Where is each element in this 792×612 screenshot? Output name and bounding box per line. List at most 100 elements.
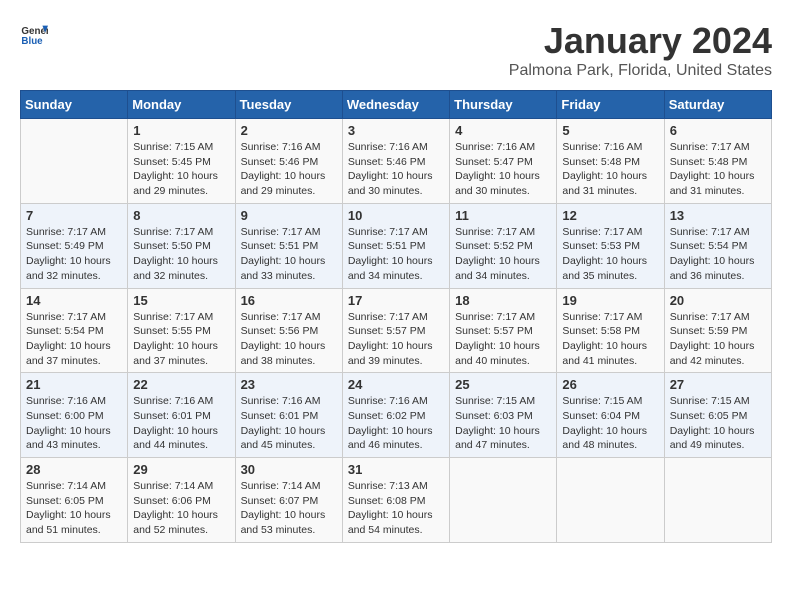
day-number: 25 [455, 377, 551, 392]
day-of-week-header: Friday [557, 91, 664, 119]
day-info: Sunrise: 7:14 AM Sunset: 6:07 PM Dayligh… [241, 479, 337, 538]
calendar-day-cell: 31 Sunrise: 7:13 AM Sunset: 6:08 PM Dayli… [342, 458, 449, 543]
calendar-week-row: 14 Sunrise: 7:17 AM Sunset: 5:54 PM Dayli… [21, 288, 772, 373]
day-info: Sunrise: 7:17 AM Sunset: 5:57 PM Dayligh… [348, 310, 444, 369]
day-number: 5 [562, 123, 658, 138]
day-number: 15 [133, 293, 229, 308]
calendar-day-cell: 5 Sunrise: 7:16 AM Sunset: 5:48 PM Daylig… [557, 119, 664, 204]
calendar-day-cell: 9 Sunrise: 7:17 AM Sunset: 5:51 PM Daylig… [235, 203, 342, 288]
day-number: 23 [241, 377, 337, 392]
day-info: Sunrise: 7:17 AM Sunset: 5:56 PM Dayligh… [241, 310, 337, 369]
calendar-day-cell: 14 Sunrise: 7:17 AM Sunset: 5:54 PM Dayli… [21, 288, 128, 373]
day-number: 8 [133, 208, 229, 223]
location-title: Palmona Park, Florida, United States [509, 62, 772, 80]
calendar-day-cell [21, 119, 128, 204]
calendar-day-cell: 12 Sunrise: 7:17 AM Sunset: 5:53 PM Dayli… [557, 203, 664, 288]
calendar-day-cell: 27Sunrise: 7:15 AM Sunset: 6:05 PM Dayli… [664, 373, 771, 458]
calendar-day-cell: 20 Sunrise: 7:17 AM Sunset: 5:59 PM Dayli… [664, 288, 771, 373]
day-number: 18 [455, 293, 551, 308]
calendar-day-cell: 22Sunrise: 7:16 AM Sunset: 6:01 PM Dayli… [128, 373, 235, 458]
day-number: 29 [133, 462, 229, 477]
day-number: 10 [348, 208, 444, 223]
calendar-day-cell: 15Sunrise: 7:17 AM Sunset: 5:55 PM Dayli… [128, 288, 235, 373]
month-title: January 2024 [509, 20, 772, 62]
day-number: 13 [670, 208, 766, 223]
calendar-day-cell: 3 Sunrise: 7:16 AM Sunset: 5:46 PM Daylig… [342, 119, 449, 204]
day-number: 19 [562, 293, 658, 308]
calendar-day-cell [557, 458, 664, 543]
calendar-table: SundayMondayTuesdayWednesdayThursdayFrid… [20, 90, 772, 543]
page-header: General Blue January 2024 Palmona Park, … [20, 20, 772, 80]
day-info: Sunrise: 7:17 AM Sunset: 5:54 PM Dayligh… [26, 310, 122, 369]
day-info: Sunrise: 7:17 AM Sunset: 5:50 PM Dayligh… [133, 225, 229, 284]
calendar-day-cell: 10 Sunrise: 7:17 AM Sunset: 5:51 PM Dayli… [342, 203, 449, 288]
day-number: 9 [241, 208, 337, 223]
calendar-week-row: 21Sunrise: 7:16 AM Sunset: 6:00 PM Dayli… [21, 373, 772, 458]
day-info: Sunrise: 7:17 AM Sunset: 5:49 PM Dayligh… [26, 225, 122, 284]
day-info: Sunrise: 7:17 AM Sunset: 5:51 PM Dayligh… [348, 225, 444, 284]
day-info: Sunrise: 7:17 AM Sunset: 5:58 PM Dayligh… [562, 310, 658, 369]
day-number: 31 [348, 462, 444, 477]
day-info: Sunrise: 7:17 AM Sunset: 5:57 PM Dayligh… [455, 310, 551, 369]
day-info: Sunrise: 7:16 AM Sunset: 6:01 PM Dayligh… [133, 394, 229, 453]
day-info: Sunrise: 7:17 AM Sunset: 5:53 PM Dayligh… [562, 225, 658, 284]
calendar-day-cell: 1 Sunrise: 7:15 AM Sunset: 5:45 PM Daylig… [128, 119, 235, 204]
calendar-day-cell [664, 458, 771, 543]
day-number: 20 [670, 293, 766, 308]
day-info: Sunrise: 7:15 AM Sunset: 5:45 PM Dayligh… [133, 140, 229, 199]
calendar-day-cell: 24Sunrise: 7:16 AM Sunset: 6:02 PM Dayli… [342, 373, 449, 458]
day-info: Sunrise: 7:16 AM Sunset: 6:02 PM Dayligh… [348, 394, 444, 453]
day-info: Sunrise: 7:14 AM Sunset: 6:05 PM Dayligh… [26, 479, 122, 538]
day-info: Sunrise: 7:17 AM Sunset: 5:48 PM Dayligh… [670, 140, 766, 199]
day-info: Sunrise: 7:15 AM Sunset: 6:03 PM Dayligh… [455, 394, 551, 453]
calendar-day-cell: 8 Sunrise: 7:17 AM Sunset: 5:50 PM Daylig… [128, 203, 235, 288]
day-info: Sunrise: 7:15 AM Sunset: 6:04 PM Dayligh… [562, 394, 658, 453]
day-info: Sunrise: 7:17 AM Sunset: 5:59 PM Dayligh… [670, 310, 766, 369]
day-info: Sunrise: 7:16 AM Sunset: 5:48 PM Dayligh… [562, 140, 658, 199]
calendar-day-cell: 4 Sunrise: 7:16 AM Sunset: 5:47 PM Daylig… [450, 119, 557, 204]
calendar-day-cell: 11Sunrise: 7:17 AM Sunset: 5:52 PM Dayli… [450, 203, 557, 288]
day-info: Sunrise: 7:16 AM Sunset: 5:46 PM Dayligh… [348, 140, 444, 199]
day-number: 14 [26, 293, 122, 308]
day-number: 3 [348, 123, 444, 138]
calendar-week-row: 7Sunrise: 7:17 AM Sunset: 5:49 PM Daylig… [21, 203, 772, 288]
calendar-day-cell: 25 Sunrise: 7:15 AM Sunset: 6:03 PM Dayli… [450, 373, 557, 458]
calendar-week-row: 28 Sunrise: 7:14 AM Sunset: 6:05 PM Dayli… [21, 458, 772, 543]
calendar-body: 1 Sunrise: 7:15 AM Sunset: 5:45 PM Daylig… [21, 119, 772, 543]
day-info: Sunrise: 7:13 AM Sunset: 6:08 PM Dayligh… [348, 479, 444, 538]
calendar-day-cell: 23Sunrise: 7:16 AM Sunset: 6:01 PM Dayli… [235, 373, 342, 458]
day-number: 6 [670, 123, 766, 138]
day-info: Sunrise: 7:17 AM Sunset: 5:51 PM Dayligh… [241, 225, 337, 284]
calendar-day-cell: 6 Sunrise: 7:17 AM Sunset: 5:48 PM Daylig… [664, 119, 771, 204]
day-of-week-header: Saturday [664, 91, 771, 119]
logo: General Blue [20, 20, 48, 48]
calendar-day-cell: 16 Sunrise: 7:17 AM Sunset: 5:56 PM Dayli… [235, 288, 342, 373]
day-number: 2 [241, 123, 337, 138]
day-number: 1 [133, 123, 229, 138]
day-number: 16 [241, 293, 337, 308]
calendar-day-cell: 28 Sunrise: 7:14 AM Sunset: 6:05 PM Dayli… [21, 458, 128, 543]
day-of-week-header: Wednesday [342, 91, 449, 119]
day-of-week-header: Thursday [450, 91, 557, 119]
day-number: 30 [241, 462, 337, 477]
calendar-day-cell: 26 Sunrise: 7:15 AM Sunset: 6:04 PM Dayli… [557, 373, 664, 458]
calendar-week-row: 1 Sunrise: 7:15 AM Sunset: 5:45 PM Daylig… [21, 119, 772, 204]
day-of-week-header: Monday [128, 91, 235, 119]
day-number: 12 [562, 208, 658, 223]
calendar-day-cell: 18 Sunrise: 7:17 AM Sunset: 5:57 PM Dayli… [450, 288, 557, 373]
day-number: 28 [26, 462, 122, 477]
day-of-week-header: Sunday [21, 91, 128, 119]
day-number: 26 [562, 377, 658, 392]
calendar-day-cell: 2 Sunrise: 7:16 AM Sunset: 5:46 PM Daylig… [235, 119, 342, 204]
day-info: Sunrise: 7:16 AM Sunset: 5:47 PM Dayligh… [455, 140, 551, 199]
day-info: Sunrise: 7:15 AM Sunset: 6:05 PM Dayligh… [670, 394, 766, 453]
day-info: Sunrise: 7:16 AM Sunset: 5:46 PM Dayligh… [241, 140, 337, 199]
calendar-header-row: SundayMondayTuesdayWednesdayThursdayFrid… [21, 91, 772, 119]
day-number: 4 [455, 123, 551, 138]
calendar-day-cell: 13Sunrise: 7:17 AM Sunset: 5:54 PM Dayli… [664, 203, 771, 288]
calendar-day-cell [450, 458, 557, 543]
calendar-day-cell: 29Sunrise: 7:14 AM Sunset: 6:06 PM Dayli… [128, 458, 235, 543]
calendar-day-cell: 30 Sunrise: 7:14 AM Sunset: 6:07 PM Dayli… [235, 458, 342, 543]
calendar-day-cell: 21Sunrise: 7:16 AM Sunset: 6:00 PM Dayli… [21, 373, 128, 458]
day-of-week-header: Tuesday [235, 91, 342, 119]
